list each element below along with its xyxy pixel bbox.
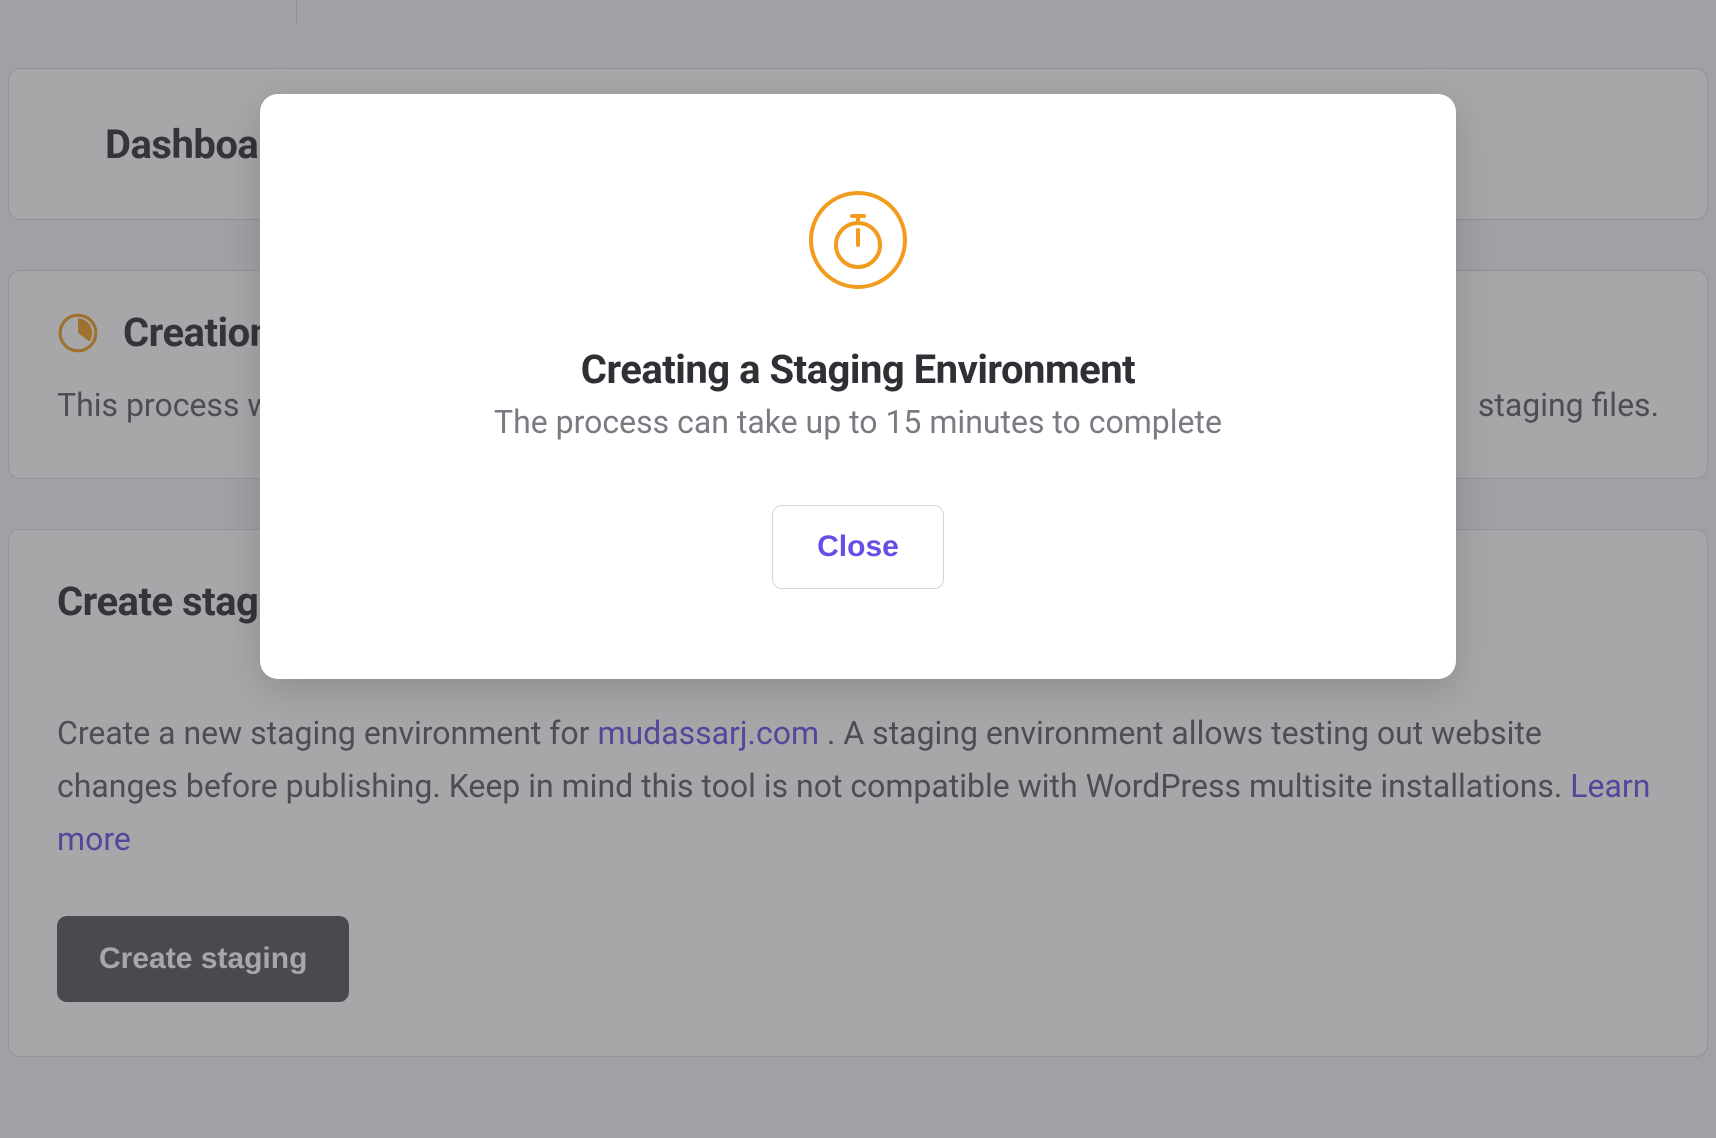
modal-subtitle: The process can take up to 15 minutes to… (320, 403, 1396, 441)
close-button[interactable]: Close (772, 505, 944, 589)
modal-title: Creating a Staging Environment (320, 346, 1396, 393)
creating-staging-modal: Creating a Staging Environment The proce… (260, 94, 1456, 679)
modal-overlay[interactable]: Creating a Staging Environment The proce… (0, 0, 1716, 1138)
stopwatch-icon (808, 190, 908, 290)
